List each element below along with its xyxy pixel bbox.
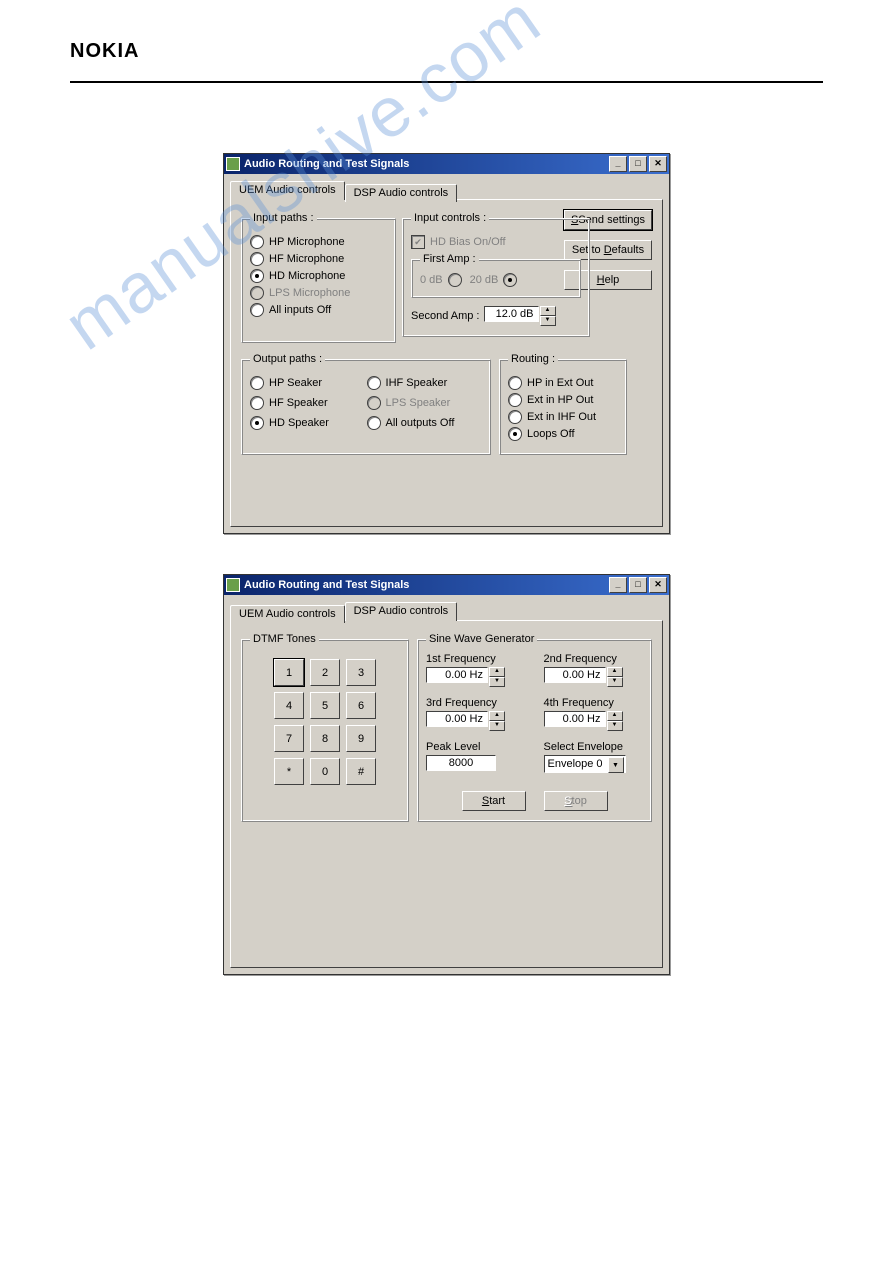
dtmf-key-3[interactable]: 3 xyxy=(346,659,376,686)
routing-legend: Routing : xyxy=(508,353,558,365)
radio-lps-microphone: LPS Microphone xyxy=(250,286,387,300)
freq2-input[interactable]: 0.00 Hz xyxy=(544,667,606,683)
freq3-spinner[interactable]: ▲▼ xyxy=(489,711,505,731)
second-amp-spinner[interactable]: ▲▼ xyxy=(540,306,556,326)
freq2-spinner[interactable]: ▲▼ xyxy=(607,667,623,687)
radio-ihf-speaker[interactable]: IHF Speaker xyxy=(367,376,482,390)
input-controls-legend: Input controls : xyxy=(411,212,489,224)
tab-dsp-audio[interactable]: DSP Audio controls xyxy=(345,602,458,621)
start-button[interactable]: StartStart xyxy=(462,791,526,811)
radio-lps-speaker: LPS Speaker xyxy=(367,396,482,410)
peak-level-input[interactable]: 8000 xyxy=(426,755,496,771)
dtmf-key-hash[interactable]: # xyxy=(346,758,376,785)
dtmf-key-2[interactable]: 2 xyxy=(310,659,340,686)
input-controls-group: Input controls : ✔HD Bias On/Off First A… xyxy=(402,212,590,337)
hd-bias-checkbox: ✔HD Bias On/Off xyxy=(411,235,581,249)
freq4-input[interactable]: 0.00 Hz xyxy=(544,711,606,727)
brand-logo: NOKIA xyxy=(70,40,823,63)
radio-all-outputs-off[interactable]: All outputs Off xyxy=(367,416,482,430)
freq1-spinner[interactable]: ▲▼ xyxy=(489,667,505,687)
stop-button: StopStop xyxy=(544,791,608,811)
radio-loops-off[interactable]: Loops Off xyxy=(508,427,618,441)
audio-routing-window-uem: Audio Routing and Test Signals _ □ ✕ UEM… xyxy=(223,153,670,534)
tabs: UEM Audio controls DSP Audio controls xyxy=(230,180,663,200)
dtmf-key-5[interactable]: 5 xyxy=(310,692,340,719)
radio-ext-in-ihf-out[interactable]: Ext in IHF Out xyxy=(508,410,618,424)
chevron-down-icon: ▼ xyxy=(608,757,624,773)
radio-hp-speaker[interactable]: HP Seaker xyxy=(250,376,357,390)
dtmf-key-9[interactable]: 9 xyxy=(346,725,376,752)
maximize-button[interactable]: □ xyxy=(629,577,647,593)
dtmf-tones-group: DTMF Tones 1 2 3 4 5 6 7 8 9 * 0 xyxy=(241,633,409,822)
radio-hd-microphone[interactable]: HD Microphone xyxy=(250,269,387,283)
header-divider xyxy=(70,81,823,83)
tab-uem-audio[interactable]: UEM Audio controls xyxy=(230,181,345,200)
freq2-label: 2nd Frequency xyxy=(544,653,644,665)
dtmf-key-1[interactable]: 1 xyxy=(274,659,304,686)
freq1-label: 1st Frequency xyxy=(426,653,526,665)
radio-hp-microphone[interactable]: HP Microphone xyxy=(250,235,387,249)
dtmf-key-0[interactable]: 0 xyxy=(310,758,340,785)
output-paths-group: Output paths : HP Seaker IHF Speaker HF … xyxy=(241,353,491,455)
radio-hd-speaker[interactable]: HD Speaker xyxy=(250,416,357,430)
envelope-label: Select Envelope xyxy=(544,741,644,753)
radio-ext-in-hp-out[interactable]: Ext in HP Out xyxy=(508,393,618,407)
window-title: Audio Routing and Test Signals xyxy=(244,158,607,170)
peak-level-label: Peak Level xyxy=(426,741,526,753)
freq4-spinner[interactable]: ▲▼ xyxy=(607,711,623,731)
radio-hp-in-ext-out[interactable]: HP in Ext Out xyxy=(508,376,618,390)
minimize-button[interactable]: _ xyxy=(609,156,627,172)
first-amp-group: First Amp : 0 dB 20 dB xyxy=(411,253,581,298)
freq4-label: 4th Frequency xyxy=(544,697,644,709)
dtmf-key-4[interactable]: 4 xyxy=(274,692,304,719)
sine-wave-legend: Sine Wave Generator xyxy=(426,633,537,645)
second-amp-label: Second Amp : xyxy=(411,310,480,322)
tabs: UEM Audio controls DSP Audio controls xyxy=(230,601,663,621)
dtmf-key-8[interactable]: 8 xyxy=(310,725,340,752)
tab-uem-audio[interactable]: UEM Audio controls xyxy=(230,605,345,623)
first-amp-legend: First Amp : xyxy=(420,253,479,265)
input-paths-legend: Input paths : xyxy=(250,212,317,224)
titlebar[interactable]: Audio Routing and Test Signals _ □ ✕ xyxy=(224,154,669,174)
close-button[interactable]: ✕ xyxy=(649,156,667,172)
freq3-label: 3rd Frequency xyxy=(426,697,526,709)
dtmf-key-7[interactable]: 7 xyxy=(274,725,304,752)
maximize-button[interactable]: □ xyxy=(629,156,647,172)
dtmf-key-star[interactable]: * xyxy=(274,758,304,785)
app-icon xyxy=(226,578,240,592)
radio-hf-microphone[interactable]: HF Microphone xyxy=(250,252,387,266)
window-title: Audio Routing and Test Signals xyxy=(244,579,607,591)
routing-group: Routing : HP in Ext Out Ext in HP Out Ex… xyxy=(499,353,627,455)
freq1-input[interactable]: 0.00 Hz xyxy=(426,667,488,683)
tab-dsp-audio[interactable]: DSP Audio controls xyxy=(345,184,458,202)
dtmf-key-6[interactable]: 6 xyxy=(346,692,376,719)
second-amp-input[interactable]: 12.0 dB xyxy=(484,306,539,322)
freq3-input[interactable]: 0.00 Hz xyxy=(426,711,488,727)
dtmf-legend: DTMF Tones xyxy=(250,633,319,645)
output-paths-legend: Output paths : xyxy=(250,353,325,365)
minimize-button[interactable]: _ xyxy=(609,577,627,593)
radio-first-amp-20db: 20 dB xyxy=(470,273,518,287)
envelope-select[interactable]: Envelope 0 ▼ xyxy=(544,755,626,773)
titlebar[interactable]: Audio Routing and Test Signals _ □ ✕ xyxy=(224,575,669,595)
audio-routing-window-dsp: Audio Routing and Test Signals _ □ ✕ UEM… xyxy=(223,574,670,975)
input-paths-group: Input paths : HP Microphone HF Microphon… xyxy=(241,212,396,343)
radio-all-inputs-off[interactable]: All inputs Off xyxy=(250,303,387,317)
radio-hf-speaker[interactable]: HF Speaker xyxy=(250,396,357,410)
sine-wave-group: Sine Wave Generator 1st Frequency 0.00 H… xyxy=(417,633,652,822)
close-button[interactable]: ✕ xyxy=(649,577,667,593)
radio-first-amp-0db: 0 dB xyxy=(420,273,462,287)
app-icon xyxy=(226,157,240,171)
